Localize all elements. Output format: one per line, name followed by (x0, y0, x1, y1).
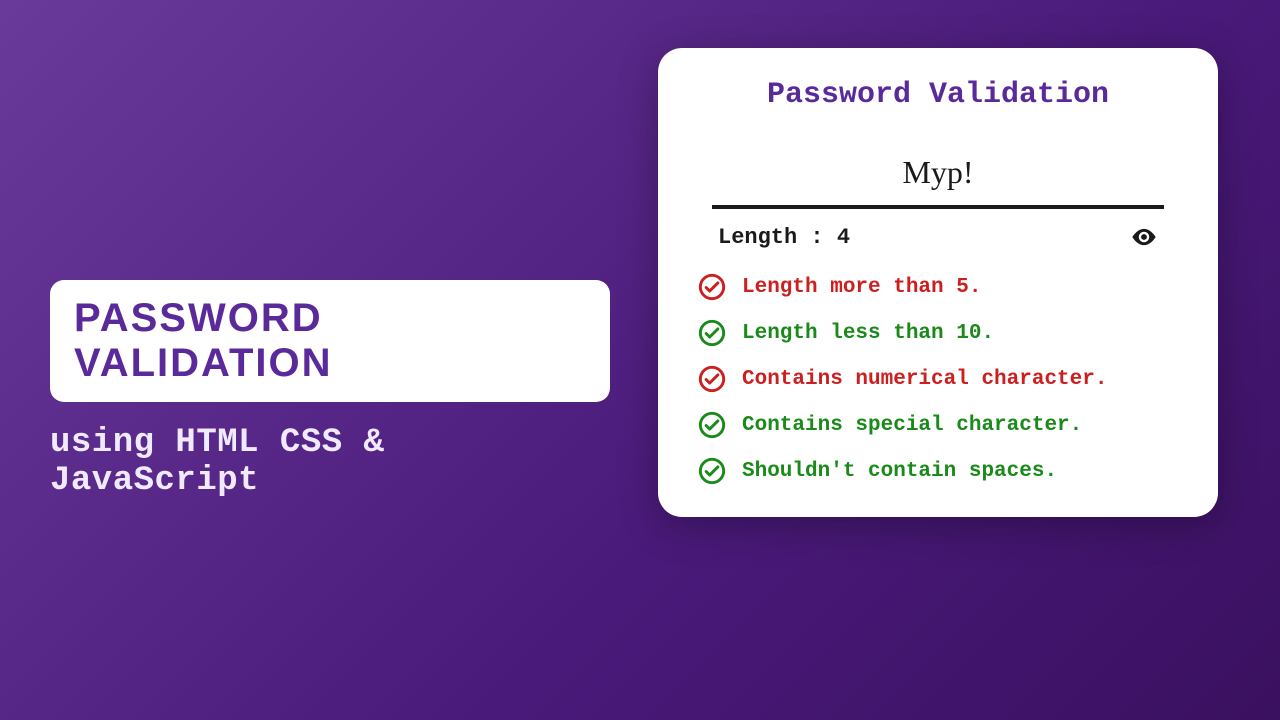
length-label: Length : 4 (718, 225, 850, 250)
password-input[interactable] (692, 154, 1184, 197)
rule-text: Contains special character. (742, 414, 1082, 437)
length-row: Length : 4 (692, 223, 1184, 273)
rule-text: Contains numerical character. (742, 368, 1107, 391)
rule-item: Shouldn't contain spaces. (698, 457, 1184, 485)
check-circle-icon (698, 457, 726, 485)
rule-item: Contains special character. (698, 411, 1184, 439)
rules-list: Length more than 5. Length less than 10.… (692, 273, 1184, 489)
eye-icon (1130, 223, 1158, 251)
rule-item: Contains numerical character. (698, 365, 1184, 393)
hero-section: PASSWORD VALIDATION using HTML CSS & Jav… (50, 280, 610, 500)
input-underline (712, 205, 1164, 209)
check-circle-icon (698, 411, 726, 439)
rule-text: Length less than 10. (742, 322, 994, 345)
hero-title: PASSWORD VALIDATION (74, 296, 333, 385)
rule-item: Length less than 10. (698, 319, 1184, 347)
check-circle-icon (698, 273, 726, 301)
rule-text: Length more than 5. (742, 276, 981, 299)
check-circle-icon (698, 319, 726, 347)
password-input-row (692, 154, 1184, 197)
validation-card: Password Validation Length : 4 Length mo… (658, 48, 1218, 517)
toggle-visibility-button[interactable] (1130, 223, 1158, 251)
hero-subtitle: using HTML CSS & JavaScript (50, 424, 610, 500)
card-title: Password Validation (692, 78, 1184, 112)
rule-item: Length more than 5. (698, 273, 1184, 301)
title-box: PASSWORD VALIDATION (50, 280, 610, 402)
rule-text: Shouldn't contain spaces. (742, 460, 1057, 483)
check-circle-icon (698, 365, 726, 393)
